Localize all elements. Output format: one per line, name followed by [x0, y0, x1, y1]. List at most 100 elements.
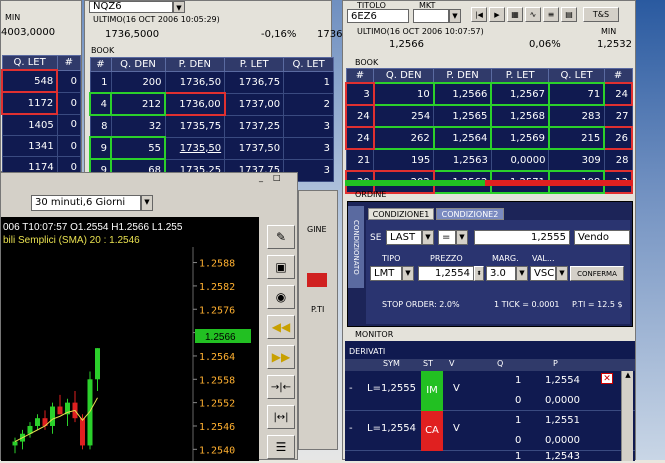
market-dropdown[interactable]: ▼ — [449, 9, 461, 23]
operator-select[interactable]: = — [438, 230, 456, 245]
confirm-button[interactable]: CONFERMA — [570, 266, 624, 281]
table-row[interactable]: 8 32 1735,75 1737,25 3 — [89, 114, 334, 138]
window-max-btn[interactable]: □ — [273, 173, 285, 183]
cell: 9 — [89, 136, 112, 160]
fast-forward-icon[interactable]: ▶▶ — [267, 345, 295, 369]
margin-dropdown[interactable]: ▼ — [516, 266, 528, 281]
cond-field-dropdown[interactable]: ▼ — [422, 230, 434, 245]
cell: 27 — [603, 104, 633, 128]
save-icon[interactable]: ▣ — [267, 255, 295, 279]
window-min-btn[interactable]: _ — [259, 173, 271, 183]
cell: 26 — [603, 126, 633, 150]
table-row[interactable]: 4 212 1736,00 1737,00 2 — [89, 92, 334, 116]
cell: 0 — [56, 69, 82, 93]
row-bullet: - — [349, 383, 353, 394]
grid-icon[interactable]: ▦ — [507, 7, 523, 22]
chart-info: 006 T10:07:57 O1.2554 H1.2566 L1.255 — [3, 222, 183, 233]
cell: 71 — [547, 82, 606, 106]
cell: 0 — [56, 113, 82, 136]
col-header: Q. DEN — [373, 68, 435, 84]
y-tick-label: 1.2546 — [199, 422, 235, 433]
cond-field-select[interactable]: LAST — [386, 230, 422, 245]
symbol-dropdown[interactable]: ▼ — [173, 1, 185, 13]
y-tick-label: 1.2558 — [199, 375, 235, 386]
col-header: # — [345, 68, 375, 84]
table-row[interactable]: 1341 0 — [1, 135, 82, 157]
interval-select[interactable]: 30 minuti,6 Giorni — [31, 195, 141, 211]
tas-button[interactable]: T&S — [583, 7, 619, 22]
compress-icon[interactable]: →|← — [267, 375, 295, 399]
crosshair-icon[interactable]: ✎ — [267, 225, 295, 249]
monitor-side: V — [453, 423, 460, 434]
right-order-window: TITOLO MKT 6EZ6 ▼ |◀ ▶ ▦ ∿ ≡ ▤ T&S ULTIM… — [342, 0, 636, 463]
monitor-row[interactable]: - L=1,2554 CA V 1 0 1,2551 0,0000 — [345, 411, 635, 451]
tab-condizione2[interactable]: CONDIZIONE2 — [436, 208, 504, 220]
ordine-label: ORDINE — [355, 190, 387, 199]
cond-price-input[interactable]: 1,2555 — [474, 230, 570, 245]
table-row[interactable]: 9 55 1735,50 1737,50 3 — [89, 136, 334, 160]
next-icon[interactable]: ▶ — [489, 7, 505, 22]
current-price-label: 1.2566 — [205, 332, 236, 343]
monitor-row[interactable]: 1 1,2543 — [345, 451, 635, 463]
table-icon[interactable]: ▤ — [561, 7, 577, 22]
side-panel-red-button[interactable] — [307, 273, 327, 287]
table-row[interactable]: 1 200 1736,50 1736,75 1 — [89, 71, 334, 94]
candle-body — [12, 441, 18, 446]
camera-icon[interactable]: ◉ — [267, 285, 295, 309]
scroll-up-icon[interactable]: ▲ — [622, 371, 634, 383]
first-icon[interactable]: |◀ — [471, 7, 487, 22]
tab-condizione1[interactable]: CONDIZIONE1 — [368, 208, 434, 220]
candle-body — [50, 406, 55, 426]
rewind-icon[interactable]: ◀◀ — [267, 315, 295, 339]
expand-icon[interactable]: |↔| — [267, 405, 295, 429]
cell: 1172 — [0, 91, 59, 115]
marg-label: MARG. — [492, 254, 519, 263]
symbol-field[interactable]: 6EZ6 — [347, 9, 409, 23]
book-label: BOOK — [91, 46, 115, 55]
table-row[interactable]: 3 10 1,2566 1,2567 71 24 — [345, 82, 633, 106]
market-select[interactable] — [413, 9, 449, 23]
table-row[interactable]: 548 0 — [0, 69, 82, 93]
candlestick-chart[interactable]: 006 T10:07:57 O1.2554 H1.2566 L1.255 bil… — [1, 217, 259, 461]
order-type-dropdown[interactable]: ▼ — [402, 266, 414, 281]
cell: 32 — [110, 114, 166, 138]
menu-icon[interactable]: ☰ — [267, 435, 295, 459]
cell: 1,2568 — [490, 104, 550, 128]
left-book-table: Q. LET # 548 0 1172 0 1405 0 1341 0 1174 0 — [0, 55, 82, 178]
monitor-qty: 1 — [515, 415, 522, 426]
col-header: # — [89, 57, 112, 72]
side-tab[interactable]: CONDIZIONATO — [348, 206, 364, 288]
margin-select[interactable]: 3.0 — [486, 266, 516, 281]
close-icon[interactable]: ✕ — [601, 373, 613, 384]
price-input[interactable]: 1,2554 — [418, 266, 474, 281]
table-row[interactable]: 21 195 1,2563 0,0000 309 28 — [345, 148, 633, 172]
list-icon[interactable]: ≡ — [543, 7, 559, 22]
table-row[interactable]: 24 262 1,2564 1,2569 215 26 — [345, 126, 633, 150]
cell: 195 — [373, 148, 435, 172]
operator-dropdown[interactable]: ▼ — [456, 230, 468, 245]
last-price: 1736,5000 — [105, 29, 160, 40]
cell: 10 — [372, 82, 435, 106]
scrollbar[interactable]: ▲ — [621, 371, 633, 461]
col-header: P. DEN — [433, 68, 492, 84]
monitor-side: V — [453, 383, 460, 394]
interval-dropdown[interactable]: ▼ — [141, 195, 153, 211]
price-stepper[interactable]: ⬍ — [474, 266, 484, 281]
order-type-select[interactable]: LMT — [370, 266, 402, 281]
validity-dropdown[interactable]: ▼ — [556, 266, 568, 281]
validity-select[interactable]: VSC — [530, 266, 556, 281]
col-header: ST — [423, 359, 433, 368]
symbol-field[interactable]: NQZ6 — [89, 1, 173, 13]
side-panel-label: P.TI — [311, 305, 325, 314]
action-select[interactable]: Vendo — [574, 230, 630, 245]
table-row[interactable]: 24 254 1,2565 1,2568 283 27 — [345, 104, 633, 128]
cell: 1735,50 — [164, 136, 226, 160]
order-side-panel: GINE P.TI — [298, 190, 338, 450]
col-header: P. LET — [490, 68, 550, 84]
table-row[interactable]: 1405 0 — [1, 113, 82, 136]
val-label: VAL... — [532, 254, 555, 263]
cell: 212 — [109, 92, 167, 116]
monitor-row[interactable]: - L=1,2555 IM V 1 0 1,2554 0,0000 ✕ — [345, 371, 635, 411]
chart-icon[interactable]: ∿ — [525, 7, 541, 22]
table-row[interactable]: 1172 0 — [0, 91, 82, 115]
